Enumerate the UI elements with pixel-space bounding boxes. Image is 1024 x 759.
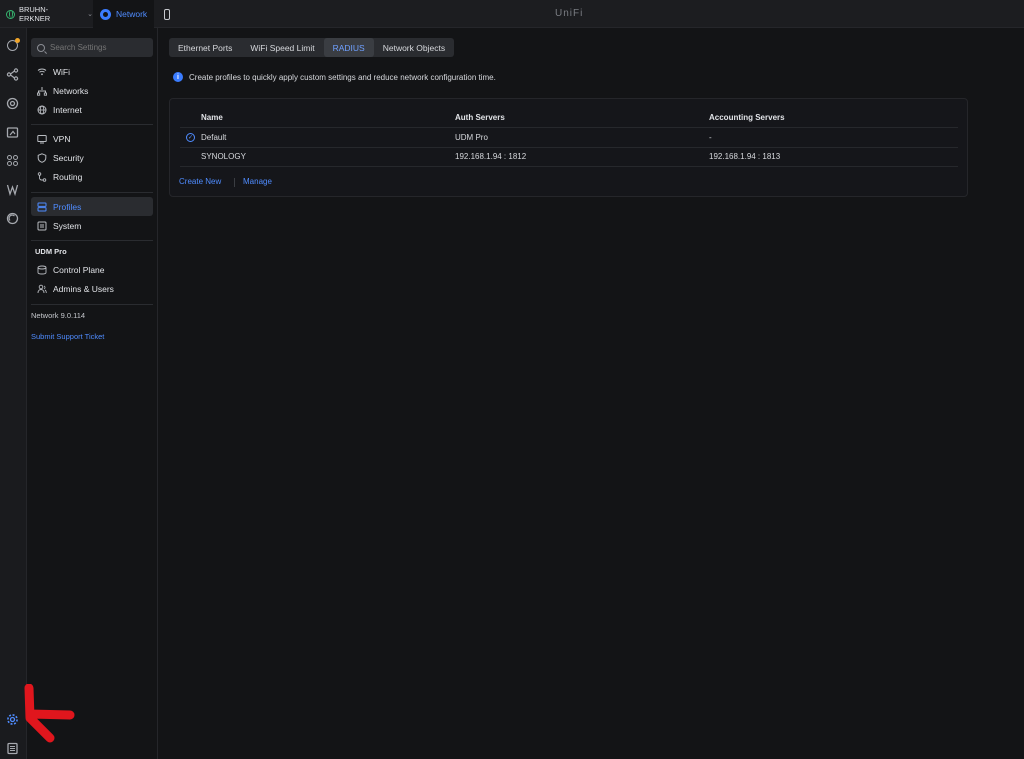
networks-icon	[37, 86, 47, 96]
sidebar-item-security[interactable]: Security	[31, 148, 153, 167]
sidebar-item-label: Control Plane	[53, 264, 105, 275]
profiles-icon	[37, 202, 47, 212]
devices-icon[interactable]	[6, 97, 19, 110]
version-label: Network 9.0.114	[31, 311, 86, 320]
sidebar-item-label: VPN	[53, 133, 71, 144]
divider	[31, 304, 153, 305]
sidebar-item-label: Admins & Users	[53, 283, 114, 294]
tab-wifi-speed-limit[interactable]: WiFi Speed Limit	[241, 38, 323, 57]
search-input[interactable]	[50, 43, 145, 52]
info-text: Create profiles to quickly apply custom …	[189, 72, 496, 82]
brand-logo: UniFi	[555, 8, 584, 19]
notification-badge	[15, 38, 20, 43]
row-synology-auth: 192.168.1.94 : 1812	[455, 152, 527, 161]
main-content: Ethernet Ports WiFi Speed Limit RADIUS N…	[158, 28, 1024, 759]
system-log-icon[interactable]	[6, 742, 19, 755]
column-header-name: Name	[201, 113, 223, 122]
divider	[234, 178, 235, 187]
row-synology-accounting: 192.168.1.94 : 1813	[709, 152, 781, 161]
control-plane-icon	[37, 265, 47, 275]
settings-sidebar: WiFi Networks Internet VPN Security Rout…	[27, 28, 158, 759]
tab-network-objects[interactable]: Network Objects	[374, 38, 454, 57]
sidebar-item-label: System	[53, 220, 82, 231]
wifi-icon	[37, 67, 47, 77]
divider	[31, 124, 153, 125]
row-default-accounting: -	[709, 133, 712, 142]
sidebar-item-internet[interactable]: Internet	[31, 100, 153, 119]
row-default-name[interactable]: Default	[201, 133, 226, 142]
sidebar-item-control-plane[interactable]: Control Plane	[31, 260, 153, 279]
tab-ethernet-ports[interactable]: Ethernet Ports	[169, 38, 241, 57]
info-banner: i Create profiles to quickly apply custo…	[173, 72, 496, 82]
topology-icon[interactable]	[6, 68, 19, 81]
shield-icon	[37, 152, 47, 163]
sidebar-item-vpn[interactable]: VPN	[31, 129, 153, 148]
vpn-icon	[37, 134, 47, 144]
sidebar-item-label: Networks	[53, 85, 89, 96]
submit-support-ticket-link[interactable]: Submit Support Ticket	[31, 332, 104, 341]
column-header-auth-servers: Auth Servers	[455, 113, 505, 122]
sidebar-item-profiles[interactable]: Profiles	[31, 197, 153, 216]
profiles-tabs: Ethernet Ports WiFi Speed Limit RADIUS N…	[169, 38, 455, 57]
tab-radius[interactable]: RADIUS	[323, 38, 374, 57]
settings-gear-icon[interactable]	[6, 713, 19, 726]
radius-profiles-table: Name Auth Servers Accounting Servers ✓ D…	[169, 98, 968, 197]
sidebar-item-label: Routing	[53, 171, 83, 182]
ports-icon[interactable]	[6, 154, 19, 167]
sidebar-item-label: Profiles	[53, 201, 82, 212]
security-shield-icon[interactable]	[6, 212, 19, 225]
sidebar-item-wifi[interactable]: WiFi	[31, 62, 153, 81]
column-header-accounting-servers: Accounting Servers	[709, 113, 785, 122]
users-icon	[37, 284, 47, 294]
clients-icon[interactable]	[6, 126, 19, 139]
row-divider	[180, 127, 958, 128]
globe-icon	[37, 105, 47, 115]
sidebar-item-admins-users[interactable]: Admins & Users	[31, 279, 153, 298]
search-icon	[37, 43, 45, 52]
routing-icon	[37, 171, 47, 182]
sidebar-item-label: Internet	[53, 104, 82, 115]
row-divider	[180, 166, 958, 167]
sidebar-item-system[interactable]: System	[31, 216, 153, 235]
sidebar-item-label: WiFi	[53, 66, 70, 77]
insights-icon[interactable]	[6, 183, 19, 196]
top-bar: BRUHN-ERKNER ⌄ Network UniFi	[0, 0, 1024, 28]
create-new-link[interactable]: Create New	[179, 177, 221, 186]
dashboard-icon[interactable]	[6, 38, 20, 52]
app-nav-rail	[0, 28, 27, 759]
annotation-arrow-icon	[24, 684, 75, 743]
sidebar-item-networks[interactable]: Networks	[31, 81, 153, 100]
row-synology-name[interactable]: SYNOLOGY	[201, 152, 246, 161]
manage-link[interactable]: Manage	[243, 177, 272, 186]
sidebar-item-label: Security	[53, 152, 84, 163]
divider	[31, 240, 153, 241]
default-profile-icon: ✓	[186, 133, 195, 142]
device-group-label: UDM Pro	[35, 247, 67, 256]
sidebar-item-routing[interactable]: Routing	[31, 167, 153, 186]
info-icon: i	[173, 72, 183, 82]
row-divider	[180, 147, 958, 148]
divider	[31, 192, 153, 193]
system-icon	[37, 221, 47, 231]
search-settings[interactable]	[31, 38, 153, 57]
row-default-auth: UDM Pro	[455, 133, 488, 142]
